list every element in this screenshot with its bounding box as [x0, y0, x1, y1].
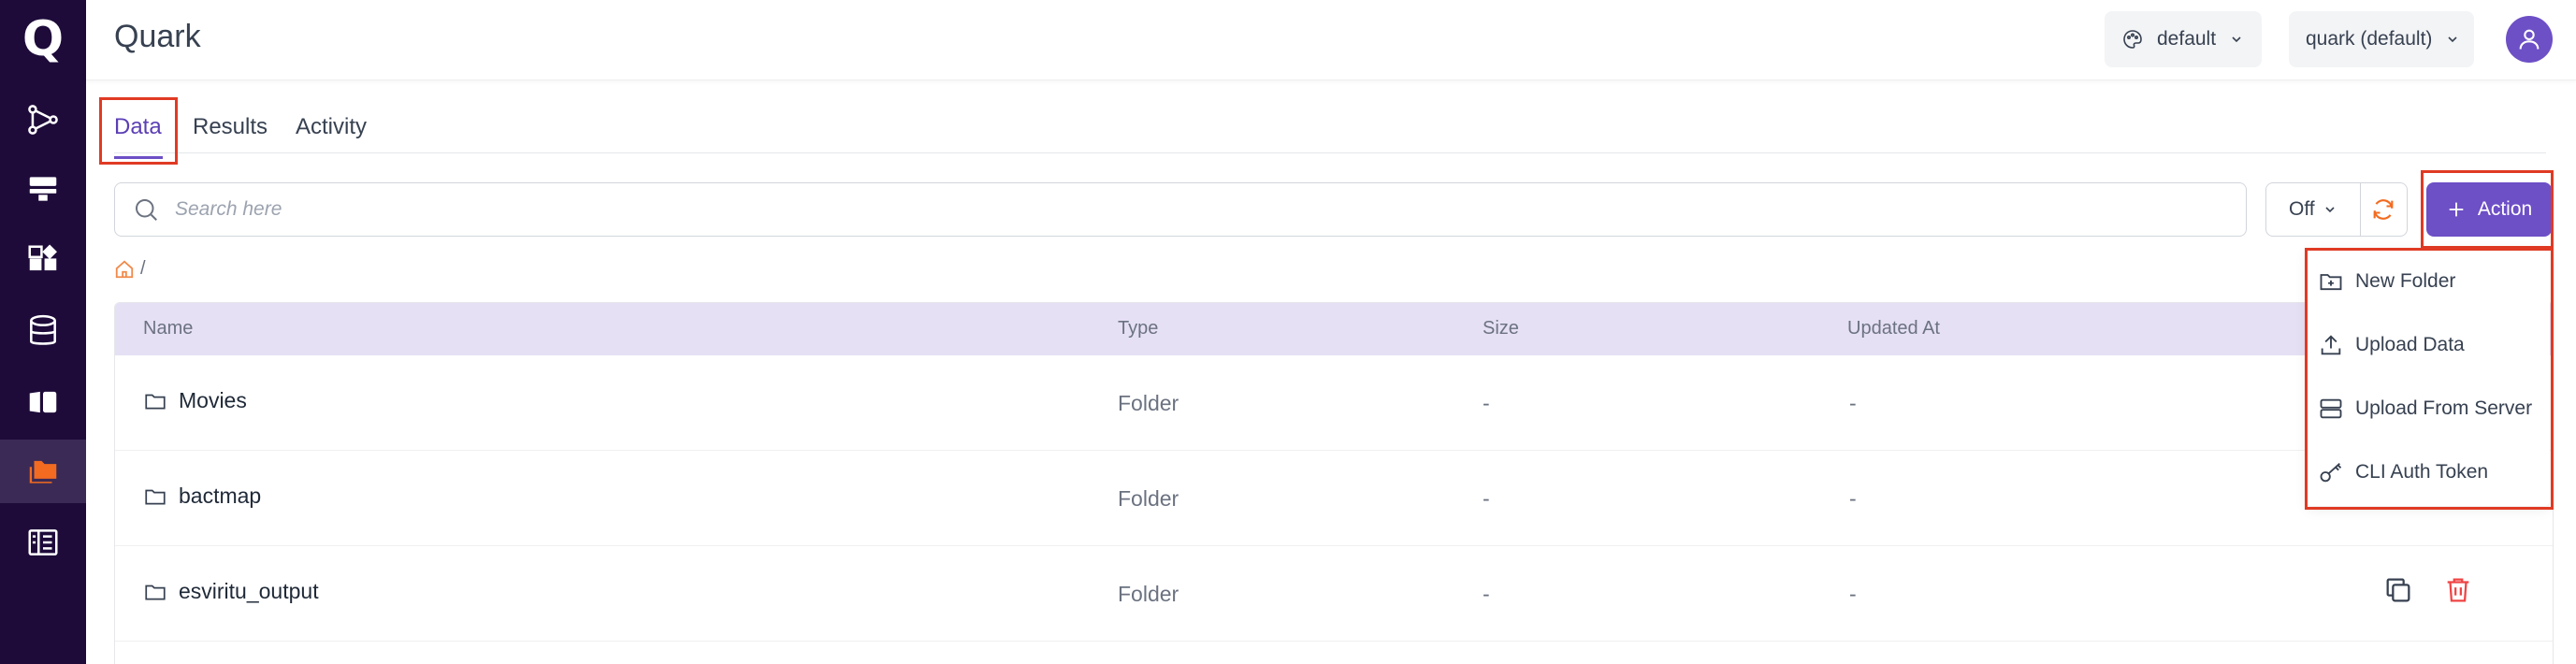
tab-activity[interactable]: Activity [296, 114, 367, 140]
row-name-cell[interactable]: esviritu_output [143, 579, 319, 604]
report-icon [28, 529, 58, 556]
table-header: Name Type Size Updated At [115, 303, 2553, 355]
breadcrumb: / [114, 258, 146, 280]
project-select[interactable]: quark (default) [2289, 11, 2474, 67]
highlight-box-action-button [2421, 170, 2554, 249]
tab-results[interactable]: Results [193, 114, 268, 140]
sidebar-item-data[interactable] [0, 440, 86, 503]
project-select-value: quark (default) [2306, 28, 2433, 50]
top-header: Quark default quark (default) [86, 0, 2576, 80]
sidebar-item-databases[interactable] [0, 299, 86, 363]
row-updated-at: - [1849, 486, 1857, 511]
app-title: Quark [114, 19, 201, 54]
auto-refresh-control: Off [2265, 182, 2408, 237]
row-size: - [1483, 391, 1490, 415]
chevron-down-icon [2232, 36, 2241, 43]
sidebar-item-library[interactable] [0, 370, 86, 434]
chevron-down-icon [2448, 36, 2457, 43]
home-icon[interactable] [114, 259, 135, 280]
palette-icon [2123, 30, 2142, 49]
refresh-icon [2373, 199, 2394, 220]
search-input[interactable] [175, 198, 1952, 221]
trash-icon[interactable] [2442, 574, 2474, 606]
search-icon [136, 199, 157, 221]
folder-icon [145, 489, 166, 504]
column-header-type[interactable]: Type [1118, 318, 1158, 339]
copy-icon[interactable] [2382, 574, 2414, 606]
file-table: Name Type Size Updated At Movies Folder … [114, 302, 2554, 664]
row-name-cell[interactable]: bactmap [143, 484, 261, 509]
table-row[interactable]: bactmap Folder - - [115, 451, 2553, 546]
row-size: - [1483, 486, 1490, 511]
row-actions [2382, 574, 2474, 606]
database-icon [30, 314, 56, 345]
user-icon [2519, 29, 2540, 50]
chevron-down-icon [2325, 207, 2335, 213]
refresh-interval-select[interactable]: Off [2266, 183, 2361, 236]
table-row[interactable]: esviritu_output Folder - - [115, 546, 2553, 642]
theme-select-value: default [2157, 28, 2217, 50]
row-updated-at: - [1849, 391, 1857, 415]
row-updated-at: - [1849, 582, 1857, 606]
refresh-button[interactable] [2361, 183, 2407, 236]
folder-icon [145, 585, 166, 599]
tab-results-label: Results [193, 114, 268, 139]
row-type: Folder [1118, 391, 1179, 415]
apps-icon [28, 244, 57, 271]
row-size: - [1483, 582, 1490, 606]
row-name: Movies [179, 388, 247, 412]
sidebar-item-workflows[interactable] [0, 88, 86, 152]
workflow-icon [28, 105, 58, 135]
folder-icon [145, 394, 166, 409]
sidebar-item-reports[interactable] [0, 511, 86, 574]
row-name: bactmap [179, 484, 262, 508]
highlight-box-action-menu [2305, 248, 2554, 510]
refresh-interval-value: Off [2289, 198, 2315, 220]
user-avatar[interactable] [2506, 16, 2553, 63]
column-header-updated-at[interactable]: Updated At [1847, 318, 1940, 339]
sidebar-item-compute[interactable] [0, 157, 86, 221]
breadcrumb-separator: / [140, 258, 146, 279]
folders-icon [29, 460, 57, 484]
app-logo-icon[interactable]: Q [17, 11, 69, 67]
column-header-name[interactable]: Name [143, 318, 193, 339]
row-name-cell[interactable]: Movies [143, 388, 247, 413]
compute-icon [29, 177, 57, 201]
highlight-box-data-tab [99, 97, 178, 165]
row-type: Folder [1118, 486, 1179, 511]
column-header-size[interactable]: Size [1483, 318, 1519, 339]
row-type: Folder [1118, 582, 1179, 606]
table-row[interactable]: Movies Folder - - [115, 355, 2553, 451]
book-icon [29, 391, 57, 413]
sidebar: Q [0, 0, 86, 664]
theme-select[interactable]: default [2105, 11, 2262, 67]
row-name: esviritu_output [179, 579, 319, 603]
sidebar-item-apps[interactable] [0, 228, 86, 292]
tab-activity-label: Activity [296, 114, 368, 139]
search-bar[interactable] [114, 182, 2247, 237]
tab-bar: Data Results Activity [114, 105, 2546, 159]
